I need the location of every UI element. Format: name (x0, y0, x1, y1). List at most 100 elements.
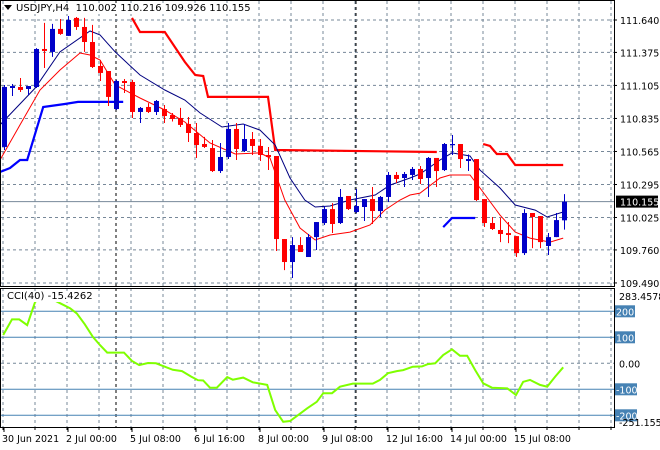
candle-bearish (282, 239, 287, 263)
candle-bearish (130, 82, 135, 112)
cci-panel-frame (0, 288, 615, 428)
price-axis-label: 109.490 (620, 279, 659, 290)
candle-bearish (186, 123, 191, 134)
time-axis-label: 14 Jul 00:00 (450, 434, 507, 445)
candle-bullish (402, 173, 407, 179)
candle-bullish (554, 220, 559, 238)
candle-bearish (74, 17, 79, 27)
high-value: 110.216 (120, 3, 162, 14)
cci-value: -15.4262 (47, 291, 93, 302)
candle-bullish (26, 86, 31, 89)
candle-bearish (194, 133, 199, 145)
price-axis-label: 111.375 (620, 48, 659, 59)
candle-bullish (114, 81, 119, 110)
candle-bearish (258, 145, 263, 156)
candle-bearish (170, 115, 175, 119)
time-axis-label: 15 Jul 08:00 (514, 434, 571, 445)
candle-bullish (314, 222, 319, 238)
candle-bearish (538, 216, 543, 243)
candle-bearish (82, 26, 87, 43)
low-value: 109.926 (164, 3, 207, 14)
candle-bullish (138, 107, 143, 112)
candle-bullish (34, 48, 39, 88)
candle-bearish (434, 157, 439, 172)
time-axis-label: 8 Jul 00:00 (258, 434, 309, 445)
candle-bearish (530, 212, 535, 218)
cci-min-label: -251.1553 (619, 418, 660, 429)
candle-bearish (202, 144, 207, 147)
candle-bearish (42, 48, 47, 51)
candle-bullish (386, 174, 391, 197)
candle-bearish (98, 65, 103, 73)
time-axis-label: 12 Jul 16:00 (386, 434, 443, 445)
cci-indicator-label: CCI(40) -15.4262 (7, 291, 93, 302)
candle-bullish (426, 157, 431, 179)
price-axis-label: 109.760 (620, 246, 659, 257)
candle-bearish (106, 70, 111, 97)
candle-bearish (506, 233, 511, 236)
candle-bullish (410, 168, 415, 175)
candle-bullish (226, 128, 231, 157)
cci-name: CCI(40) (7, 291, 45, 302)
candle-bearish (458, 144, 463, 160)
candle-bullish (10, 86, 15, 88)
candle-bearish (122, 81, 127, 83)
time-axis-label: 6 Jul 16:00 (194, 434, 245, 445)
candle-bullish (522, 212, 527, 254)
candle-bullish (466, 159, 471, 162)
trailing-stop-blue-line (442, 216, 476, 228)
time-axis-label: 2 Jul 00:00 (66, 434, 117, 445)
price-axis-label: 111.640 (620, 16, 659, 27)
candle-bearish (514, 236, 519, 254)
symbol-label: USDJPY,H4 (16, 3, 70, 14)
candle-bearish (370, 199, 375, 212)
candle-bearish (330, 209, 335, 224)
price-axis-label: 110.565 (620, 147, 659, 158)
candle-bearish (498, 229, 503, 235)
candle-bullish (322, 209, 327, 224)
candle-bearish (298, 245, 303, 253)
candle-bullish (562, 201, 567, 221)
candle-bullish (50, 28, 55, 52)
price-axis-label: 110.295 (620, 180, 659, 191)
candle-bearish (210, 148, 215, 172)
candle-bearish (394, 174, 399, 179)
candle-bullish (242, 138, 247, 151)
cci-level-label: 0.00 (619, 359, 640, 370)
candle-bullish (546, 237, 551, 247)
candle-bearish (90, 42, 95, 67)
candle-bearish (250, 138, 255, 146)
dropdown-triangle-icon[interactable] (4, 5, 12, 10)
time-axis-label: 5 Jul 08:00 (130, 434, 181, 445)
candle-bearish (490, 223, 495, 230)
candle-bullish (354, 206, 359, 213)
cci-line (2, 296, 564, 423)
trailing-stop-blue-line (0, 100, 124, 174)
cci-max-label: 283.4578 (619, 292, 660, 303)
candle-bullish (154, 100, 159, 112)
time-axis-label: 9 Jul 08:00 (322, 434, 373, 445)
candle-bearish (418, 168, 423, 179)
trailing-stop-red-line (482, 142, 564, 167)
current-price-label: 110.155 (620, 198, 659, 209)
candle-bullish (218, 156, 223, 172)
candle-bearish (178, 117, 183, 125)
price-axis-label: 110.835 (620, 114, 659, 125)
time-axis-label: 30 Jun 2021 (2, 434, 59, 445)
chart-title: USDJPY,H4 110.002 110.216 109.926 110.15… (4, 3, 251, 14)
candle-bullish (2, 87, 7, 147)
chart-canvas[interactable]: 111.640 111.375 111.105 110.835 110.565 110.2… (0, 0, 660, 450)
price-axis-label: 110.025 (620, 214, 659, 225)
price-axis-label: 111.105 (620, 81, 659, 92)
candle-bullish (338, 196, 343, 224)
close-value: 110.155 (209, 3, 251, 14)
candle-bearish (266, 155, 271, 157)
open-value: 110.002 (75, 3, 118, 14)
moving-average-slow-line (0, 52, 564, 243)
candle-bearish (346, 195, 351, 210)
cci-level-label: 200 (616, 307, 634, 318)
candle-bearish (482, 199, 487, 224)
candle-bearish (274, 155, 279, 240)
candle-bullish (290, 245, 295, 263)
candle-bearish (234, 128, 239, 150)
